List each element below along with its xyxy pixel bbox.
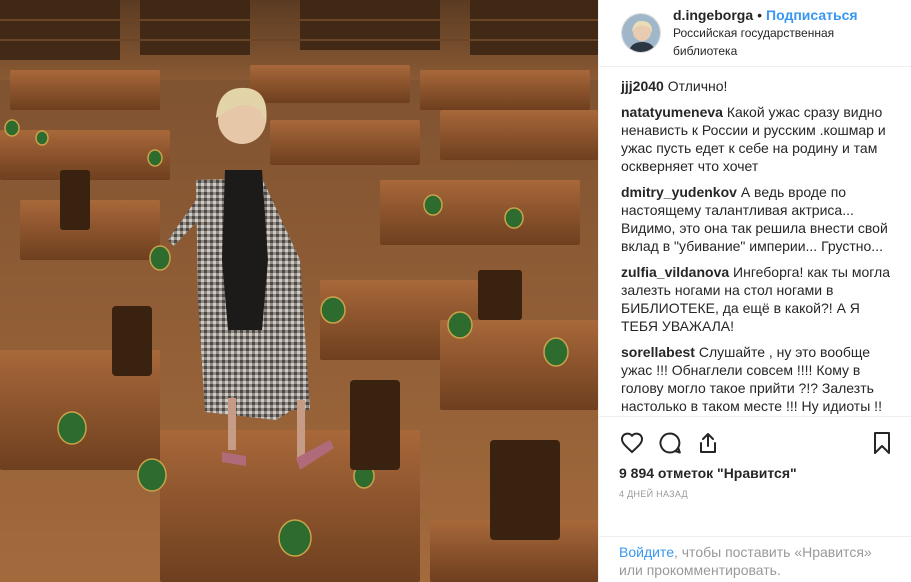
share-icon[interactable]	[695, 430, 721, 456]
comment-text: Отлично!	[667, 78, 728, 95]
action-bar: 9 894 отметок "Нравится" 4 дней назад	[599, 416, 911, 535]
avatar-image	[622, 14, 660, 53]
speech-bubble-icon[interactable]	[657, 430, 683, 456]
username-link[interactable]: d.ingeborga	[673, 7, 753, 23]
comment: natatyumeneva Какой ужас сразу видно нен…	[621, 103, 895, 175]
comment: jjj2040 Отлично!	[621, 77, 895, 95]
comment: dmitry_yudenkov А ведь вроде по настояще…	[621, 183, 895, 255]
post-header: d.ingeborga • Подписаться Российская госуд…	[599, 0, 911, 68]
library-photo-illustration	[0, 0, 598, 582]
comment: zulfia_vildanova Ингеборга! как ты могла…	[621, 263, 895, 335]
header-info: d.ingeborga • Подписаться Российская госуд…	[673, 6, 895, 60]
likes-count[interactable]: 9 894 отметок "Нравится"	[619, 465, 895, 481]
comments-list: jjj2040 Отлично! natatyumeneva Какой ужа…	[599, 67, 911, 416]
heart-icon[interactable]	[619, 430, 645, 456]
post-sidebar: d.ingeborga • Подписаться Российская госуд…	[598, 0, 911, 582]
comment-username[interactable]: sorellabest	[621, 344, 695, 360]
instagram-post: d.ingeborga • Подписаться Российская госуд…	[0, 0, 911, 582]
post-timestamp[interactable]: 4 дней назад	[619, 489, 895, 499]
icon-row	[619, 423, 895, 463]
comment: sorellabest Слушайте , ну это вообще ужа…	[621, 343, 895, 416]
comment-username[interactable]: zulfia_vildanova	[621, 264, 729, 280]
post-photo[interactable]	[0, 0, 598, 582]
bookmark-icon[interactable]	[869, 430, 895, 456]
separator-dot: •	[757, 7, 763, 24]
login-link[interactable]: Войдите	[619, 544, 674, 560]
login-prompt: Войдите, чтобы поставить «Нравится» или …	[599, 535, 911, 582]
comment-username[interactable]: jjj2040	[621, 78, 664, 94]
comment-username[interactable]: dmitry_yudenkov	[621, 184, 737, 200]
comment-username[interactable]: natatyumeneva	[621, 104, 723, 120]
avatar[interactable]	[621, 13, 661, 54]
location-link[interactable]: Российская государственная библиотека	[673, 24, 895, 60]
follow-button[interactable]: Подписаться	[766, 7, 858, 23]
